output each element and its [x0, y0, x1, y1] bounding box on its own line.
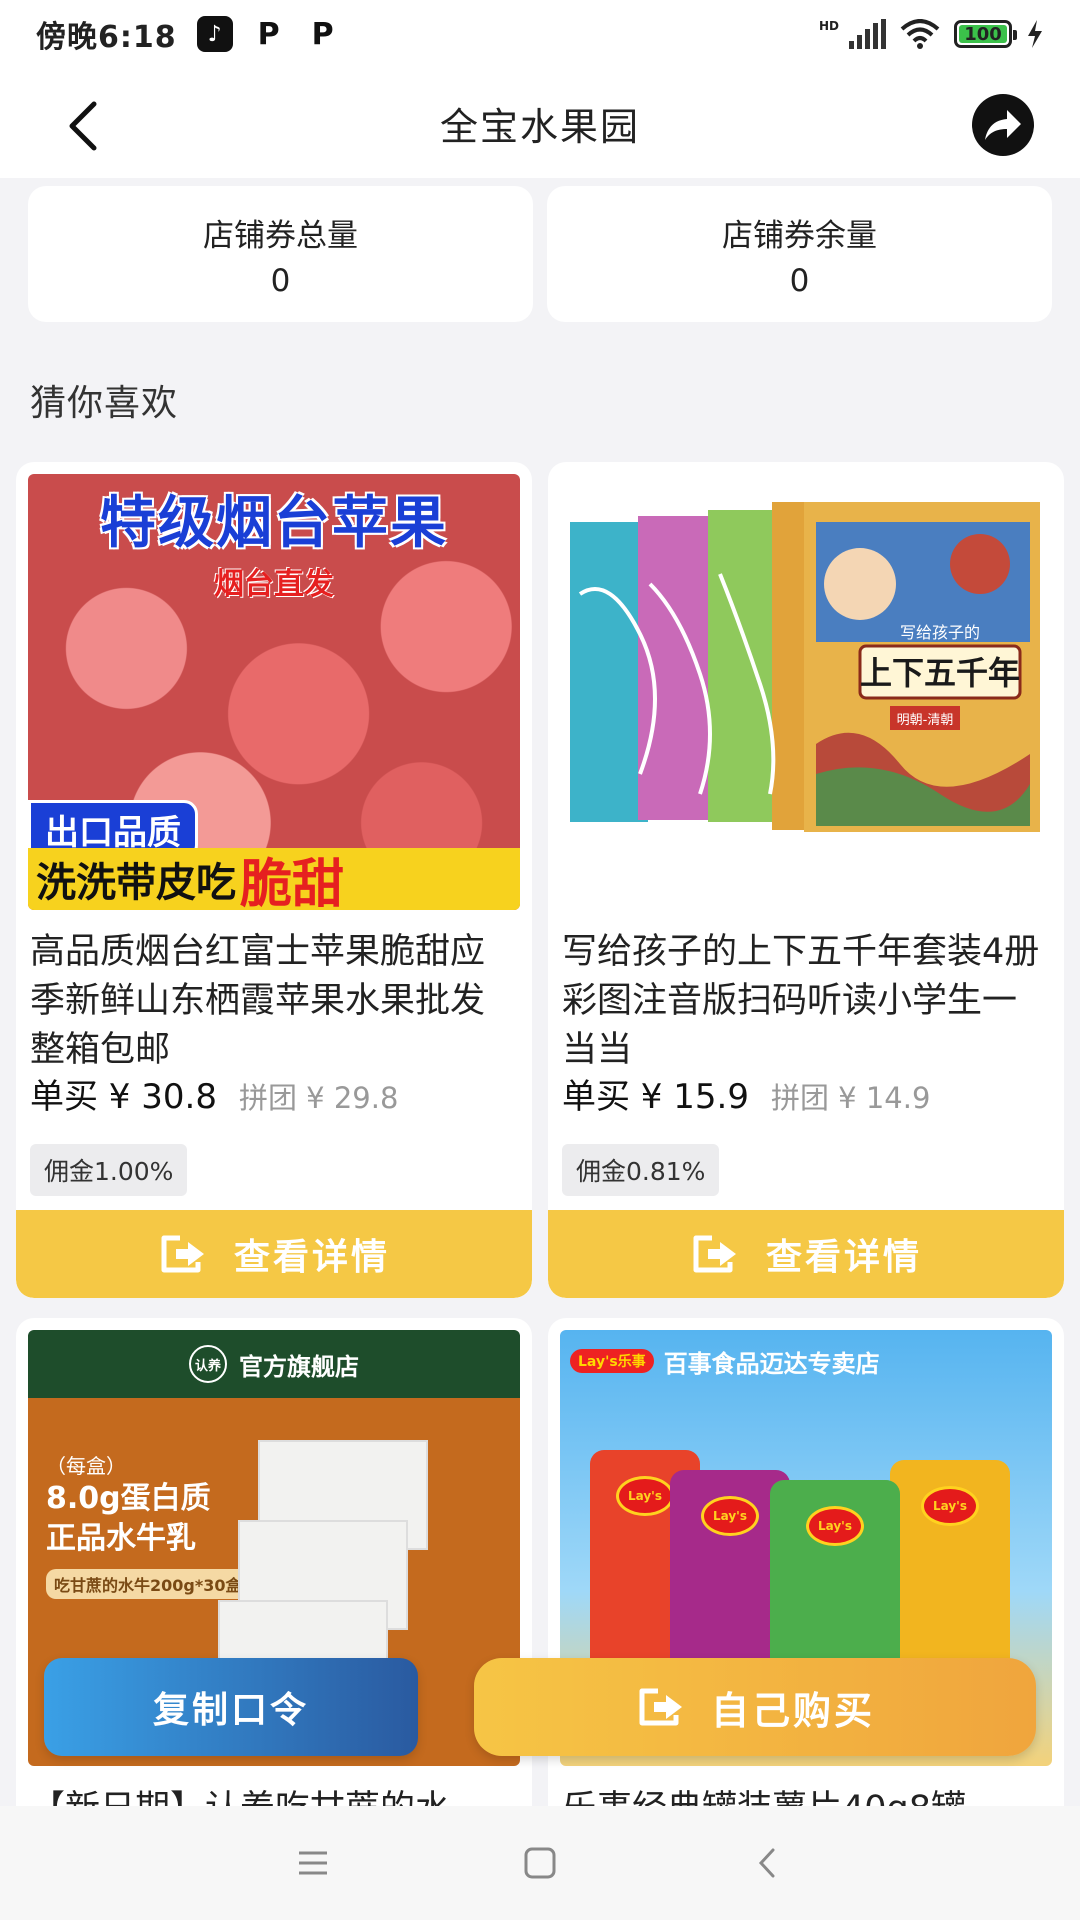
share-box-icon	[161, 1235, 204, 1273]
image-bottom-strip: 洗洗带皮吃 脆甜	[28, 848, 520, 910]
view-detail-button[interactable]: 查看详情	[548, 1210, 1064, 1298]
product-card[interactable]: Lay's乐事 百事食品迈达专卖店 Lay's Lay's Lay's Lay'…	[548, 1318, 1064, 1838]
nav-back-icon[interactable]	[737, 1833, 797, 1893]
coupon-value: 0	[270, 262, 291, 299]
commission-badge: 佣金1.00%	[30, 1144, 188, 1196]
buy-myself-label: 自己购买	[710, 1688, 875, 1733]
notification-icons: ♪ P P	[196, 16, 341, 52]
store-name: 官方旗舰店	[239, 1352, 359, 1381]
milk-promo-text: （每盒） 8.0g蛋白质 正品水牛乳 吃甘蔗的水牛200g*30盒	[46, 1450, 250, 1599]
commission-badge: 佣金0.81%	[562, 1144, 720, 1196]
coupon-value: 0	[789, 262, 810, 299]
copy-command-label: 复制口令	[152, 1690, 309, 1731]
view-detail-label: 查看详情	[233, 1237, 390, 1278]
product-image-apple[interactable]: 特级烟台苹果 烟台直发 出口品质 洗洗带皮吃 脆甜	[28, 474, 520, 910]
price-single: 单买 ¥ 30.8	[30, 1077, 217, 1117]
coupon-label: 店铺券总量	[203, 217, 358, 254]
page-title: 全宝水果园	[439, 104, 640, 149]
battery-icon: 100	[954, 20, 1017, 48]
image-subline: 烟台直发	[214, 567, 334, 602]
charging-icon	[1028, 20, 1042, 48]
home-icon[interactable]	[510, 1833, 570, 1893]
coupon-label: 店铺券余量	[722, 217, 877, 254]
book-set-illustration: 上下五千年 写给孩子的 明朝-清朝	[570, 502, 1040, 832]
store-banner: 认养 官方旗舰店	[28, 1330, 520, 1398]
price-row: 单买 ¥ 30.8 拼团 ¥ 29.8	[16, 1069, 532, 1118]
view-detail-label: 查看详情	[765, 1237, 922, 1278]
product-title[interactable]: 高品质烟台红富士苹果脆甜应季新鲜山东栖霞苹果水果批发整箱包邮	[16, 910, 532, 1075]
system-nav-bar	[0, 1806, 1080, 1920]
section-title: 猜你喜欢	[30, 383, 179, 424]
image-bottom-text: 洗洗带皮吃	[36, 860, 236, 906]
store-banner: Lay's乐事 百事食品迈达专卖店	[570, 1338, 1042, 1384]
product-card[interactable]: 上下五千年 写给孩子的 明朝-清朝 写给孩子的上下五千年套装4册彩图注音版扫码听…	[548, 462, 1064, 1298]
book-subtitle: 写给孩子的	[900, 623, 980, 642]
product-card[interactable]: 认养 官方旗舰店 （每盒） 8.0g蛋白质 正品水牛乳 吃甘蔗的水牛200g*3…	[16, 1318, 532, 1838]
status-bar: 傍晚6:18 ♪ P P HD 100	[0, 0, 1080, 68]
battery-level: 100	[964, 23, 1002, 45]
brand-logo: Lay's乐事	[570, 1349, 654, 1373]
apple-banner: 特级烟台苹果 烟台直发	[28, 474, 520, 603]
coupon-row: 店铺券总量 0 店铺券余量 0	[28, 186, 1052, 322]
coupon-total-card: 店铺券总量 0	[28, 186, 533, 322]
brand-logo: 认养	[189, 1345, 227, 1383]
image-bottom-highlight: 脆甜	[240, 854, 345, 911]
store-name: 百事食品迈达专卖店	[663, 1349, 880, 1378]
product-title[interactable]: 写给孩子的上下五千年套装4册彩图注音版扫码听读小学生一 当当	[548, 910, 1064, 1075]
price-row: 单买 ¥ 15.9 拼团 ¥ 14.9	[548, 1069, 1064, 1118]
book-title: 上下五千年	[860, 654, 1020, 692]
signal-icon	[849, 19, 886, 49]
menu-icon[interactable]	[283, 1833, 343, 1893]
promo-headline: 正品水牛乳	[46, 1521, 196, 1556]
share-box-icon	[639, 1688, 682, 1726]
view-detail-button[interactable]: 查看详情	[16, 1210, 532, 1298]
back-arrow-icon[interactable]	[56, 96, 116, 156]
price-group: 拼团 ¥ 14.9	[770, 1081, 931, 1115]
share-button[interactable]	[972, 94, 1034, 156]
promo-headline: 8.0g蛋白质	[46, 1481, 211, 1516]
price-group: 拼团 ¥ 29.8	[238, 1081, 399, 1115]
coupon-remaining-card: 店铺券余量 0	[547, 186, 1052, 322]
p-app-icon: P	[311, 16, 334, 52]
product-image-book[interactable]: 上下五千年 写给孩子的 明朝-清朝	[560, 474, 1052, 910]
share-arrow-icon	[985, 110, 1021, 140]
status-right: HD 100	[819, 19, 1044, 49]
buy-myself-button[interactable]: 自己购买	[474, 1658, 1036, 1756]
wifi-icon	[900, 19, 940, 49]
product-grid: 特级烟台苹果 烟台直发 出口品质 洗洗带皮吃 脆甜 高品质烟台红富士苹果脆甜应季…	[16, 462, 1064, 1838]
copy-command-button[interactable]: 复制口令	[44, 1658, 418, 1756]
product-card[interactable]: 特级烟台苹果 烟台直发 出口品质 洗洗带皮吃 脆甜 高品质烟台红富士苹果脆甜应季…	[16, 462, 532, 1298]
book-tag: 明朝-清朝	[897, 713, 954, 728]
image-headline: 特级烟台苹果	[100, 491, 448, 556]
status-time: 傍晚6:18	[36, 20, 177, 55]
p-app-icon: P	[257, 16, 280, 52]
price-single: 单买 ¥ 15.9	[562, 1077, 749, 1117]
app-header: 全宝水果园	[0, 68, 1080, 178]
promo-note: （每盒）	[46, 1454, 126, 1478]
promo-tag: 吃甘蔗的水牛200g*30盒	[46, 1569, 250, 1599]
share-box-icon	[693, 1235, 736, 1273]
hd-label: HD	[818, 19, 839, 33]
tiktok-icon: ♪	[196, 16, 233, 52]
